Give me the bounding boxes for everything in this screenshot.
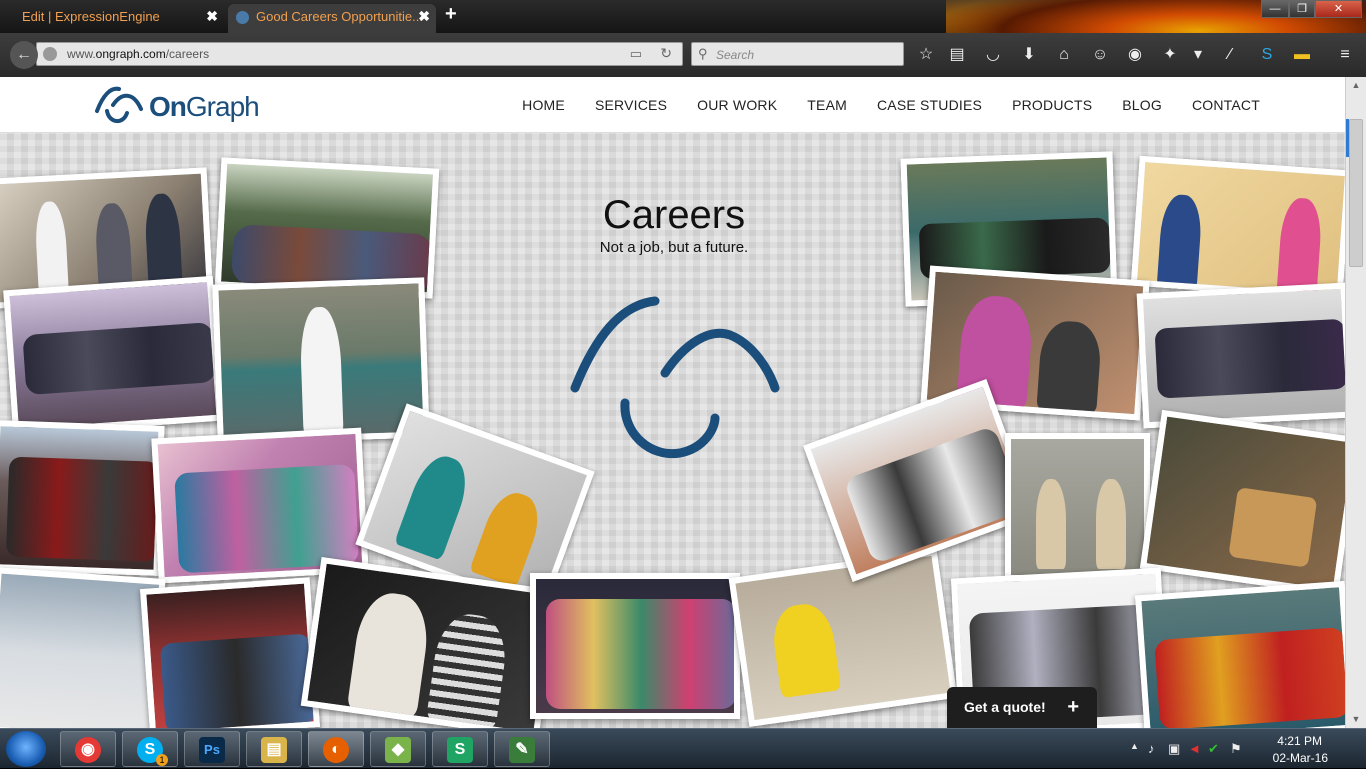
team-photo — [530, 573, 740, 719]
notification-badge: 1 — [156, 754, 168, 766]
team-photo — [1005, 433, 1150, 581]
smiley-icon[interactable]: ☺ — [1090, 45, 1110, 65]
nav-blog[interactable]: BLOG — [1122, 97, 1162, 113]
clock-time[interactable]: 4:21 PM — [1277, 734, 1322, 748]
back-button[interactable]: ← — [10, 41, 38, 69]
nav-home[interactable]: HOME — [522, 97, 565, 113]
get-a-quote-button[interactable]: Get a quote! + — [947, 687, 1097, 728]
tab-careers-active[interactable]: Good Careers Opportunitie... ✖ — [228, 4, 436, 33]
scroll-up-arrow-icon[interactable]: ▲ — [1346, 77, 1366, 94]
nav-contact[interactable]: CONTACT — [1192, 97, 1260, 113]
taskbar-file-explorer[interactable]: ▤ — [246, 731, 302, 767]
taskbar-photoshop[interactable]: Ps — [184, 731, 240, 767]
brush-icon[interactable]: ⁄ — [1220, 45, 1240, 65]
speaker-muted-icon[interactable]: ◄ — [1188, 741, 1201, 756]
url-bar[interactable]: www.ongraph.com/careers ▭ ↻ — [36, 42, 683, 66]
browser-tab-bar: Edit | ExpressionEngine ✖ Good Careers O… — [0, 0, 1366, 33]
team-photo — [212, 277, 430, 445]
close-window-button[interactable]: ✕ — [1315, 0, 1362, 18]
taskbar-skype[interactable]: S1 — [122, 731, 178, 767]
skype-addon-icon[interactable]: S — [1257, 45, 1277, 65]
reload-icon[interactable]: ↻ — [660, 45, 672, 62]
tab-title: Edit | ExpressionEngine — [22, 9, 160, 24]
page-title: Careers — [602, 193, 746, 237]
start-button[interactable] — [6, 731, 46, 767]
system-tray: ▲ ♪ ▣ ◄ ✔ ⚑ 4:21 PM 02-Mar-16 — [1126, 729, 1366, 769]
search-placeholder: Search — [716, 48, 755, 62]
addon-icon[interactable]: ▬ — [1292, 45, 1312, 65]
taskbar-chrome[interactable]: ◉ — [60, 731, 116, 767]
globe-icon — [43, 47, 57, 61]
nav-our-work[interactable]: OUR WORK — [697, 97, 777, 113]
sheets-icon: S — [447, 737, 473, 763]
page-subtitle: Not a job, but a future. — [599, 239, 749, 256]
taskbar-notes[interactable]: ◆ — [370, 731, 426, 767]
search-input[interactable]: ⚲ Search — [691, 42, 904, 66]
action-center-flag-icon[interactable]: ⚑ — [1230, 741, 1242, 757]
browser-toolbar: www.ongraph.com/careers ▭ ↻ ← ⚲ Search ☆… — [0, 33, 1366, 77]
vertical-scrollbar[interactable]: ▲ ▼ — [1345, 77, 1366, 728]
team-photo — [728, 549, 958, 727]
puzzle-icon[interactable]: ✦ — [1160, 45, 1180, 65]
taskbar-sheets[interactable]: S — [432, 731, 488, 767]
nav-products[interactable]: PRODUCTS — [1012, 97, 1092, 113]
network-icon[interactable]: ▣ — [1168, 741, 1180, 757]
quote-label: Get a quote! — [964, 699, 1046, 715]
bookmarks-list-icon[interactable]: ▤ — [947, 45, 967, 65]
taskbar-firefox[interactable]: ◐ — [308, 731, 364, 767]
main-navigation: HOME SERVICES OUR WORK TEAM CASE STUDIES… — [492, 97, 1260, 113]
team-photo — [1130, 155, 1345, 301]
extension-icon[interactable]: ◉ — [1125, 45, 1145, 65]
maximize-button[interactable]: ❐ — [1289, 0, 1315, 18]
bookmark-star-icon[interactable]: ☆ — [916, 45, 936, 65]
team-photo — [1135, 580, 1345, 728]
ongraph-emblem-icon — [570, 296, 780, 459]
scroll-thumb[interactable] — [1349, 119, 1363, 267]
dropdown-icon[interactable]: ▾ — [1188, 45, 1208, 65]
team-photo — [3, 275, 223, 436]
careers-hero-collage: Careers Not a job, but a future. — [0, 133, 1345, 728]
tab-close-icon[interactable]: ✖ — [418, 4, 430, 29]
site-logo[interactable]: OnGraph — [93, 85, 260, 125]
tab-expressionengine[interactable]: Edit | ExpressionEngine ✖ — [0, 4, 224, 33]
security-icon[interactable]: ✔ — [1208, 741, 1219, 757]
reader-view-icon[interactable]: ▭ — [630, 46, 642, 62]
search-icon: ⚲ — [698, 46, 708, 61]
new-tab-button[interactable]: + — [445, 3, 457, 26]
firefox-icon: ◐ — [323, 737, 349, 763]
nav-team[interactable]: TEAM — [807, 97, 847, 113]
editor-icon: ✎ — [509, 737, 535, 763]
tab-title: Good Careers Opportunitie... — [256, 9, 423, 24]
menu-icon[interactable]: ≡ — [1335, 45, 1355, 65]
clock-date[interactable]: 02-Mar-16 — [1273, 751, 1328, 765]
team-photo — [1136, 282, 1345, 429]
nav-case-studies[interactable]: CASE STUDIES — [877, 97, 982, 113]
team-photo — [0, 420, 165, 576]
minimize-button[interactable]: — — [1261, 0, 1289, 18]
team-photo — [1139, 409, 1345, 597]
photoshop-icon: Ps — [199, 737, 225, 763]
taskbar-editor[interactable]: ✎ — [494, 731, 550, 767]
url-text[interactable]: www.ongraph.com/careers — [67, 47, 209, 61]
tab-close-icon[interactable]: ✖ — [206, 4, 218, 29]
ongraph-logo-icon — [95, 86, 143, 123]
pocket-icon[interactable]: ◡ — [983, 45, 1003, 65]
chrome-icon: ◉ — [75, 737, 101, 763]
windows-taskbar: ◉ S1 Ps ▤ ◐ ◆ S ✎ ▲ ♪ ▣ ◄ ✔ ⚑ 4:21 PM 02… — [0, 728, 1366, 768]
favicon-icon — [236, 11, 249, 24]
tray-expand-icon[interactable]: ▲ — [1130, 741, 1139, 751]
web-page: OnGraph HOME SERVICES OUR WORK TEAM CASE… — [0, 77, 1345, 728]
site-header: OnGraph HOME SERVICES OUR WORK TEAM CASE… — [0, 77, 1345, 133]
folder-icon: ▤ — [261, 737, 287, 763]
volume-icon[interactable]: ♪ — [1148, 741, 1155, 756]
nav-services[interactable]: SERVICES — [595, 97, 667, 113]
home-icon[interactable]: ⌂ — [1054, 45, 1074, 65]
notes-icon: ◆ — [385, 737, 411, 763]
downloads-icon[interactable]: ⬇ — [1019, 45, 1039, 65]
logo-text: OnGraph — [149, 91, 260, 122]
plus-icon: + — [1067, 696, 1079, 718]
team-photo — [139, 577, 321, 728]
scroll-down-arrow-icon[interactable]: ▼ — [1346, 711, 1366, 728]
